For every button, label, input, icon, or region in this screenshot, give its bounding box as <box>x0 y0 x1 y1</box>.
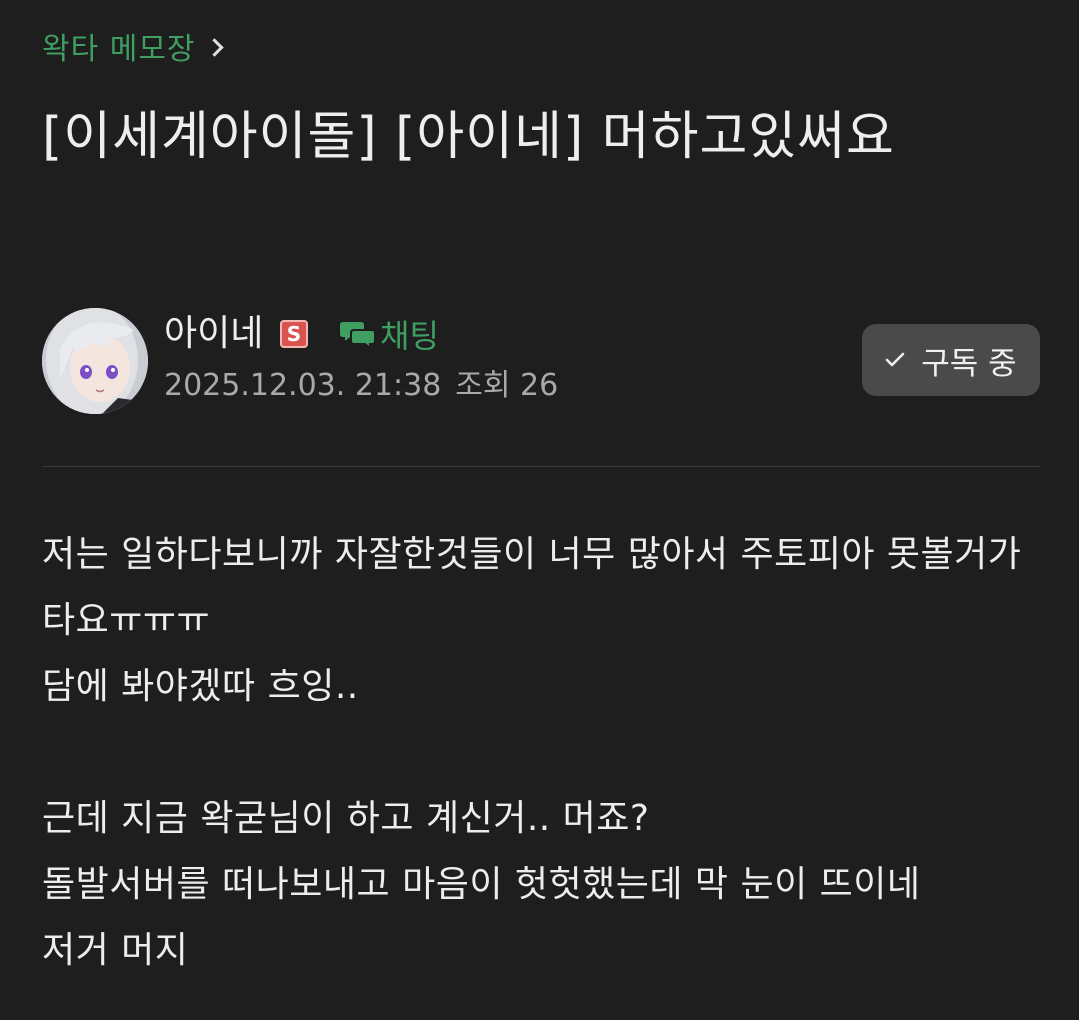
body-line: 근데 지금 왁굳님이 하고 계신거.. 머죠? <box>42 798 650 839</box>
body-line <box>42 720 1042 786</box>
post-body: 저는 일하다보니까 자잘한것들이 너무 많아서 주토피아 못볼거가타요ㅠㅠㅠ 담… <box>42 522 1042 984</box>
post-title: [이세계아이돌] [아이네] 머하고있써요 <box>42 107 895 167</box>
post-views: 조회 26 <box>455 368 559 403</box>
post-page: 왁타 메모장 [이세계아이돌] [아이네] 머하고있써요 아이네 S 채팅 20… <box>0 0 1079 1020</box>
body-line: 저거 머지 <box>42 930 189 971</box>
author-name[interactable]: 아이네 <box>164 312 263 356</box>
avatar-image <box>42 308 148 414</box>
post-meta: 2025.12.03. 21:38 조회 26 <box>164 366 558 406</box>
body-line: 담에 봐야겠따 흐잉.. <box>42 666 359 707</box>
streamer-badge: S <box>280 320 308 348</box>
avatar[interactable] <box>42 308 148 414</box>
divider <box>42 466 1040 467</box>
chat-link[interactable]: 채팅 <box>340 314 439 355</box>
subscribe-button[interactable]: 구독 중 <box>862 324 1040 396</box>
chat-bubbles-icon <box>340 322 376 349</box>
chat-label: 채팅 <box>380 317 439 355</box>
post-date: 2025.12.03. 21:38 <box>164 368 442 403</box>
check-icon <box>886 352 905 367</box>
chevron-right-icon <box>204 37 224 57</box>
body-line: 저는 일하다보니까 자잘한것들이 너무 많아서 주토피아 못볼거가타요ㅠㅠㅠ <box>42 534 1022 641</box>
breadcrumb[interactable]: 왁타 메모장 <box>42 24 224 68</box>
body-line: 돌발서버를 떠나보내고 마음이 헛헛했는데 막 눈이 뜨이네 <box>42 864 921 905</box>
subscribe-label: 구독 중 <box>921 345 1017 382</box>
breadcrumb-label: 왁타 메모장 <box>42 32 196 67</box>
